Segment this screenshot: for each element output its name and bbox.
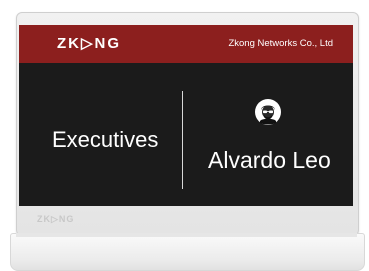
stand-lip xyxy=(16,233,357,237)
bezel-brand-logo: ZK▷NG xyxy=(37,214,75,224)
department-title: Executives xyxy=(52,127,159,152)
user-avatar-icon xyxy=(255,99,281,125)
vertical-divider xyxy=(182,91,183,189)
person-name: Alvardo Leo xyxy=(208,147,331,173)
e-paper-screen: ZK▷NG Zkong Networks Co., Ltd Executives… xyxy=(19,25,353,206)
header-bar: ZK▷NG Zkong Networks Co., Ltd xyxy=(19,25,353,63)
company-name: Zkong Networks Co., Ltd xyxy=(228,38,333,49)
device-stand xyxy=(10,233,365,271)
brand-logo: ZK▷NG xyxy=(57,35,122,52)
